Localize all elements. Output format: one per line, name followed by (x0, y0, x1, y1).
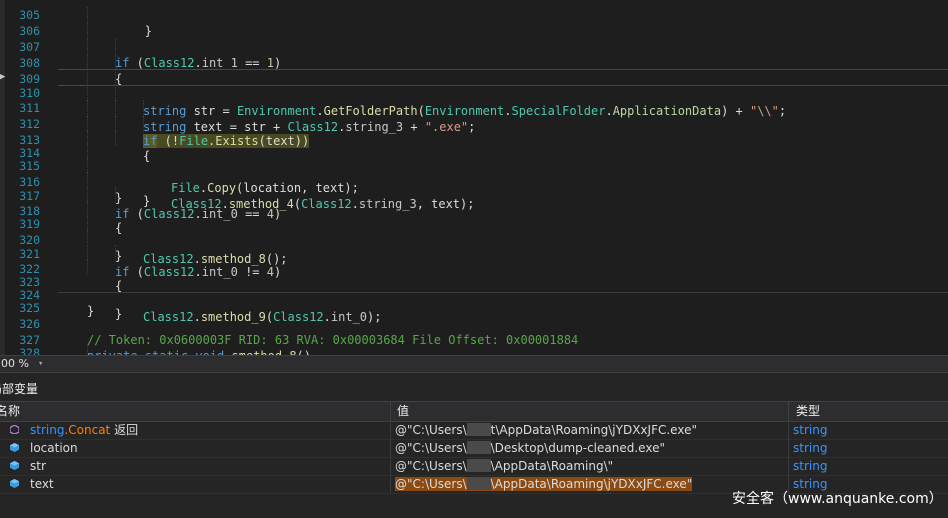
indent-guide (87, 69, 88, 85)
column-header-type[interactable]: 类型 (796, 402, 820, 421)
locals-row[interactable]: location @"C:\Users\ \Desktop\dump-cleane… (0, 439, 948, 458)
code-line-current[interactable]: 310 if (!File.Exists(text)) (0, 69, 948, 148)
redaction-mask (466, 477, 491, 490)
indent-guide (115, 84, 116, 100)
indent-guide (87, 7, 88, 23)
indent-guide (87, 172, 88, 188)
code-line[interactable]: 321 { (0, 230, 948, 293)
variable-name: text (30, 477, 54, 491)
zoom-level[interactable]: 100 % (0, 356, 29, 372)
code-line[interactable]: 329 try (0, 344, 948, 355)
editor-status-bar: 100 % ▾ (0, 355, 948, 372)
zoom-dropdown-icon[interactable]: ▾ (38, 356, 43, 372)
code-line[interactable]: 319 } (0, 200, 948, 263)
code-line[interactable]: 326 // Token: 0x0600003F RID: 63 RVA: 0x… (0, 300, 948, 347)
locals-row[interactable]: string.Concat 返回 @"C:\Users\ t\AppData\Ro… (0, 421, 948, 440)
code-line[interactable]: 328 { (0, 329, 948, 355)
variable-value[interactable]: @"C:\Users\ t\AppData\Roaming\jYDXxJFC.ex… (395, 421, 697, 439)
column-divider (390, 475, 391, 493)
method-separator (58, 292, 948, 293)
code-line[interactable]: 305 } (0, 0, 948, 38)
indent-guide (143, 100, 144, 116)
column-header-value[interactable]: 值 (397, 402, 409, 421)
variable-type: string (793, 459, 828, 473)
watermark: 安全客（www.anquanke.com） (732, 491, 943, 507)
code-line[interactable]: 308 string str = Environment.GetFolderPa… (0, 39, 948, 118)
column-divider (390, 439, 391, 457)
code-line[interactable]: 307 { (0, 23, 948, 86)
code-line[interactable]: 315 } (0, 142, 948, 205)
variable-value[interactable]: @"C:\Users\ \AppData\Roaming\" (395, 457, 613, 475)
indent-guide (87, 230, 88, 246)
code-line[interactable]: 312 File.Copy(location, text); (0, 100, 948, 195)
code-line[interactable]: 325 (0, 284, 948, 315)
code-editor[interactable]: ▶ 305 } 306 if (Class12.int_1 == 1) 307 … (0, 0, 948, 355)
local-variable-icon (10, 443, 19, 452)
indent-guide (87, 84, 88, 100)
indent-guide (115, 69, 116, 85)
column-divider (788, 439, 789, 457)
indent-guide (87, 39, 88, 55)
variable-value[interactable]: @"C:\Users\ \Desktop\dump-cleaned.exe" (395, 439, 665, 457)
indent-guide (87, 142, 88, 158)
column-divider[interactable] (788, 402, 789, 421)
variable-type: string (793, 441, 828, 455)
panel-title[interactable]: 局部变量 (0, 380, 38, 397)
column-divider (390, 457, 391, 475)
redaction-mask (466, 441, 491, 454)
indent-guide (87, 23, 88, 39)
return-value-icon (10, 425, 19, 434)
variable-type: string (793, 423, 828, 437)
locals-column-header: 名称 值 类型 (0, 401, 948, 422)
indent-guide (115, 39, 116, 55)
redaction-mask (466, 459, 491, 472)
column-divider (788, 457, 789, 475)
variable-value-changed[interactable]: @"C:\Users\ \AppData\Roaming\jYDXxJFC.exe… (395, 475, 693, 493)
locals-row[interactable]: str @"C:\Users\ \AppData\Roaming\" string (0, 457, 948, 476)
column-divider[interactable] (390, 402, 391, 421)
redaction-mask (466, 423, 491, 436)
variable-name: string.Concat 返回 (30, 423, 139, 437)
code-line[interactable]: 306 if (Class12.int_1 == 1) (0, 7, 948, 70)
indent-guide (87, 100, 88, 116)
variable-name: location (30, 441, 78, 455)
column-divider (788, 421, 789, 439)
indent-guide (115, 100, 116, 116)
indent-guide (87, 344, 88, 355)
indent-guide (87, 200, 88, 216)
column-header-name[interactable]: 名称 (0, 402, 20, 421)
code-line[interactable]: 311 { (0, 84, 948, 163)
local-variable-icon (10, 479, 19, 488)
variable-name: str (30, 459, 46, 473)
column-divider (390, 421, 391, 439)
code-line[interactable]: 317 { (0, 172, 948, 235)
local-variable-icon (10, 461, 19, 470)
